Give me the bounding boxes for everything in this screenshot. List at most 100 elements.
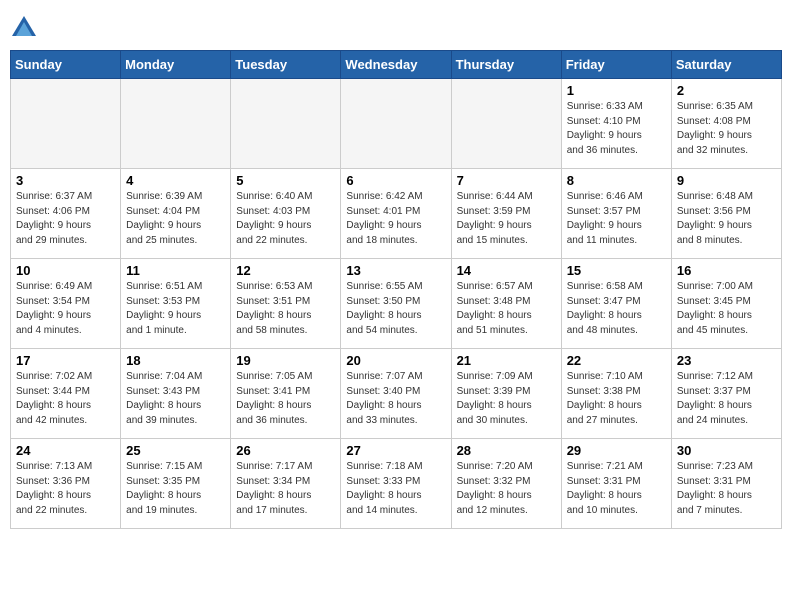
- day-number: 26: [236, 443, 335, 458]
- calendar-cell: 27 Sunrise: 7:18 AM Sunset: 3:33 PM Dayli…: [341, 439, 451, 529]
- day-number: 4: [126, 173, 225, 188]
- day-info: Sunrise: 6:55 AM Sunset: 3:50 PM Dayligh…: [346, 280, 445, 338]
- calendar-cell: 22 Sunrise: 7:10 AM Sunset: 3:38 PM Dayli…: [561, 349, 671, 439]
- calendar-week-3: 10 Sunrise: 6:49 AM Sunset: 3:54 PM Dayli…: [11, 259, 782, 349]
- day-info: Sunrise: 6:37 AM Sunset: 4:06 PM Dayligh…: [16, 190, 115, 248]
- calendar-cell: 15Sunrise: 6:58 AM Sunset: 3:47 PM Dayli…: [561, 259, 671, 349]
- day-number: 14: [457, 263, 556, 278]
- weekday-header-sunday: Sunday: [11, 51, 121, 79]
- weekday-header-row: SundayMondayTuesdayWednesdayThursdayFrid…: [11, 51, 782, 79]
- calendar-table: SundayMondayTuesdayWednesdayThursdayFrid…: [10, 50, 782, 529]
- calendar-cell: 21 Sunrise: 7:09 AM Sunset: 3:39 PM Dayli…: [451, 349, 561, 439]
- calendar-cell: 25 Sunrise: 7:15 AM Sunset: 3:35 PM Dayli…: [121, 439, 231, 529]
- calendar-cell: 29 Sunrise: 7:21 AM Sunset: 3:31 PM Dayli…: [561, 439, 671, 529]
- day-number: 25: [126, 443, 225, 458]
- day-number: 22: [567, 353, 666, 368]
- calendar-cell: 3 Sunrise: 6:37 AM Sunset: 4:06 PM Daylig…: [11, 169, 121, 259]
- day-number: 17: [16, 353, 115, 368]
- day-number: 11: [126, 263, 225, 278]
- calendar-cell: 30 Sunrise: 7:23 AM Sunset: 3:31 PM Dayli…: [671, 439, 781, 529]
- day-number: 9: [677, 173, 776, 188]
- day-number: 30: [677, 443, 776, 458]
- day-info: Sunrise: 7:17 AM Sunset: 3:34 PM Dayligh…: [236, 460, 335, 518]
- day-info: Sunrise: 7:09 AM Sunset: 3:39 PM Dayligh…: [457, 370, 556, 428]
- day-number: 12: [236, 263, 335, 278]
- calendar-cell: 4 Sunrise: 6:39 AM Sunset: 4:04 PM Daylig…: [121, 169, 231, 259]
- calendar-cell: 19 Sunrise: 7:05 AM Sunset: 3:41 PM Dayli…: [231, 349, 341, 439]
- calendar-cell: 24 Sunrise: 7:13 AM Sunset: 3:36 PM Dayli…: [11, 439, 121, 529]
- calendar-cell: 26 Sunrise: 7:17 AM Sunset: 3:34 PM Dayli…: [231, 439, 341, 529]
- day-info: Sunrise: 7:13 AM Sunset: 3:36 PM Dayligh…: [16, 460, 115, 518]
- logo-icon: [10, 14, 38, 42]
- calendar-week-5: 24 Sunrise: 7:13 AM Sunset: 3:36 PM Dayli…: [11, 439, 782, 529]
- day-info: Sunrise: 6:44 AM Sunset: 3:59 PM Dayligh…: [457, 190, 556, 248]
- calendar-cell: [11, 79, 121, 169]
- day-info: Sunrise: 7:04 AM Sunset: 3:43 PM Dayligh…: [126, 370, 225, 428]
- day-info: Sunrise: 7:07 AM Sunset: 3:40 PM Dayligh…: [346, 370, 445, 428]
- day-info: Sunrise: 6:40 AM Sunset: 4:03 PM Dayligh…: [236, 190, 335, 248]
- day-info: Sunrise: 7:18 AM Sunset: 3:33 PM Dayligh…: [346, 460, 445, 518]
- day-number: 27: [346, 443, 445, 458]
- day-info: Sunrise: 6:35 AM Sunset: 4:08 PM Dayligh…: [677, 100, 776, 158]
- weekday-header-friday: Friday: [561, 51, 671, 79]
- calendar-cell: 16 Sunrise: 7:00 AM Sunset: 3:45 PM Dayli…: [671, 259, 781, 349]
- day-info: Sunrise: 6:57 AM Sunset: 3:48 PM Dayligh…: [457, 280, 556, 338]
- weekday-header-wednesday: Wednesday: [341, 51, 451, 79]
- day-number: 28: [457, 443, 556, 458]
- day-info: Sunrise: 7:12 AM Sunset: 3:37 PM Dayligh…: [677, 370, 776, 428]
- calendar-cell: 18 Sunrise: 7:04 AM Sunset: 3:43 PM Dayli…: [121, 349, 231, 439]
- day-number: 29: [567, 443, 666, 458]
- day-info: Sunrise: 7:05 AM Sunset: 3:41 PM Dayligh…: [236, 370, 335, 428]
- day-number: 15: [567, 263, 666, 278]
- day-info: Sunrise: 6:49 AM Sunset: 3:54 PM Dayligh…: [16, 280, 115, 338]
- day-number: 6: [346, 173, 445, 188]
- day-info: Sunrise: 7:21 AM Sunset: 3:31 PM Dayligh…: [567, 460, 666, 518]
- day-number: 7: [457, 173, 556, 188]
- day-number: 24: [16, 443, 115, 458]
- day-number: 19: [236, 353, 335, 368]
- calendar-cell: 14 Sunrise: 6:57 AM Sunset: 3:48 PM Dayli…: [451, 259, 561, 349]
- day-info: Sunrise: 6:39 AM Sunset: 4:04 PM Dayligh…: [126, 190, 225, 248]
- day-info: Sunrise: 6:42 AM Sunset: 4:01 PM Dayligh…: [346, 190, 445, 248]
- day-info: Sunrise: 7:00 AM Sunset: 3:45 PM Dayligh…: [677, 280, 776, 338]
- calendar-cell: [341, 79, 451, 169]
- day-number: 10: [16, 263, 115, 278]
- calendar-cell: 2 Sunrise: 6:35 AM Sunset: 4:08 PM Daylig…: [671, 79, 781, 169]
- day-info: Sunrise: 7:15 AM Sunset: 3:35 PM Dayligh…: [126, 460, 225, 518]
- day-number: 18: [126, 353, 225, 368]
- calendar-cell: 7 Sunrise: 6:44 AM Sunset: 3:59 PM Daylig…: [451, 169, 561, 259]
- day-number: 5: [236, 173, 335, 188]
- calendar-week-4: 17 Sunrise: 7:02 AM Sunset: 3:44 PM Dayli…: [11, 349, 782, 439]
- calendar-cell: 11Sunrise: 6:51 AM Sunset: 3:53 PM Dayli…: [121, 259, 231, 349]
- header: [10, 10, 782, 42]
- calendar-cell: [231, 79, 341, 169]
- weekday-header-saturday: Saturday: [671, 51, 781, 79]
- calendar-week-1: 1 Sunrise: 6:33 AM Sunset: 4:10 PM Daylig…: [11, 79, 782, 169]
- day-info: Sunrise: 6:46 AM Sunset: 3:57 PM Dayligh…: [567, 190, 666, 248]
- calendar-cell: 1 Sunrise: 6:33 AM Sunset: 4:10 PM Daylig…: [561, 79, 671, 169]
- calendar-cell: [121, 79, 231, 169]
- logo: [10, 14, 42, 42]
- day-number: 16: [677, 263, 776, 278]
- day-number: 2: [677, 83, 776, 98]
- day-info: Sunrise: 6:33 AM Sunset: 4:10 PM Dayligh…: [567, 100, 666, 158]
- day-number: 21: [457, 353, 556, 368]
- day-info: Sunrise: 7:20 AM Sunset: 3:32 PM Dayligh…: [457, 460, 556, 518]
- day-number: 8: [567, 173, 666, 188]
- day-info: Sunrise: 7:02 AM Sunset: 3:44 PM Dayligh…: [16, 370, 115, 428]
- day-number: 20: [346, 353, 445, 368]
- weekday-header-thursday: Thursday: [451, 51, 561, 79]
- weekday-header-monday: Monday: [121, 51, 231, 79]
- calendar-cell: 5 Sunrise: 6:40 AM Sunset: 4:03 PM Daylig…: [231, 169, 341, 259]
- day-info: Sunrise: 7:23 AM Sunset: 3:31 PM Dayligh…: [677, 460, 776, 518]
- day-info: Sunrise: 7:10 AM Sunset: 3:38 PM Dayligh…: [567, 370, 666, 428]
- calendar-cell: 13Sunrise: 6:55 AM Sunset: 3:50 PM Dayli…: [341, 259, 451, 349]
- day-number: 3: [16, 173, 115, 188]
- calendar-cell: 20 Sunrise: 7:07 AM Sunset: 3:40 PM Dayli…: [341, 349, 451, 439]
- day-number: 1: [567, 83, 666, 98]
- calendar-cell: 17 Sunrise: 7:02 AM Sunset: 3:44 PM Dayli…: [11, 349, 121, 439]
- day-info: Sunrise: 6:53 AM Sunset: 3:51 PM Dayligh…: [236, 280, 335, 338]
- calendar-cell: 23 Sunrise: 7:12 AM Sunset: 3:37 PM Dayli…: [671, 349, 781, 439]
- weekday-header-tuesday: Tuesday: [231, 51, 341, 79]
- day-number: 23: [677, 353, 776, 368]
